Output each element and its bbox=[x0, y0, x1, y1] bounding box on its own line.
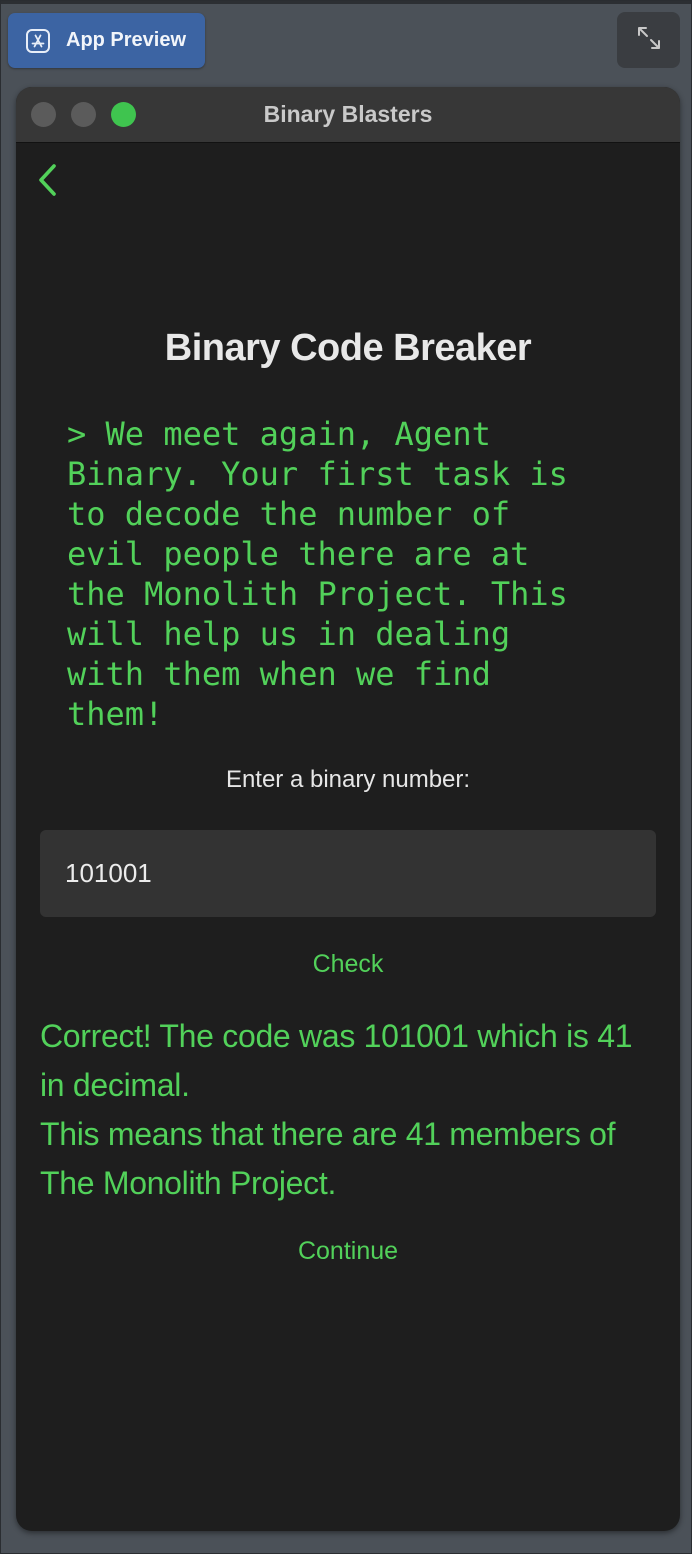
top-edge bbox=[0, 0, 692, 4]
result-line-members: This means that there are 41 members of … bbox=[40, 1116, 616, 1201]
expand-button[interactable] bbox=[617, 12, 680, 68]
result-line-correct: Correct! The code was 101001 which is 41… bbox=[40, 1018, 633, 1103]
page-title: Binary Code Breaker bbox=[164, 327, 532, 369]
binary-input-label: Enter a binary number: bbox=[225, 766, 471, 793]
app-preview-label: App Preview bbox=[66, 29, 187, 51]
app-window: Binary Blasters Binary Code Breaker > We… bbox=[16, 87, 680, 1531]
chevron-left-icon bbox=[37, 163, 59, 202]
expand-arrows-icon bbox=[636, 25, 662, 56]
mission-briefing-text: > We meet again, Agent Binary. Your firs… bbox=[67, 415, 568, 733]
window-title: Binary Blasters bbox=[263, 101, 433, 127]
continue-button[interactable]: Continue bbox=[248, 1231, 448, 1271]
back-button[interactable] bbox=[32, 162, 64, 202]
result-message: Correct! The code was 101001 which is 41… bbox=[40, 1012, 664, 1208]
binary-number-input[interactable] bbox=[40, 830, 656, 917]
app-preview-button[interactable]: App Preview bbox=[8, 13, 205, 68]
window-titlebar: Binary Blasters bbox=[16, 87, 680, 143]
app-store-icon bbox=[26, 28, 50, 53]
check-button[interactable]: Check bbox=[248, 944, 448, 984]
